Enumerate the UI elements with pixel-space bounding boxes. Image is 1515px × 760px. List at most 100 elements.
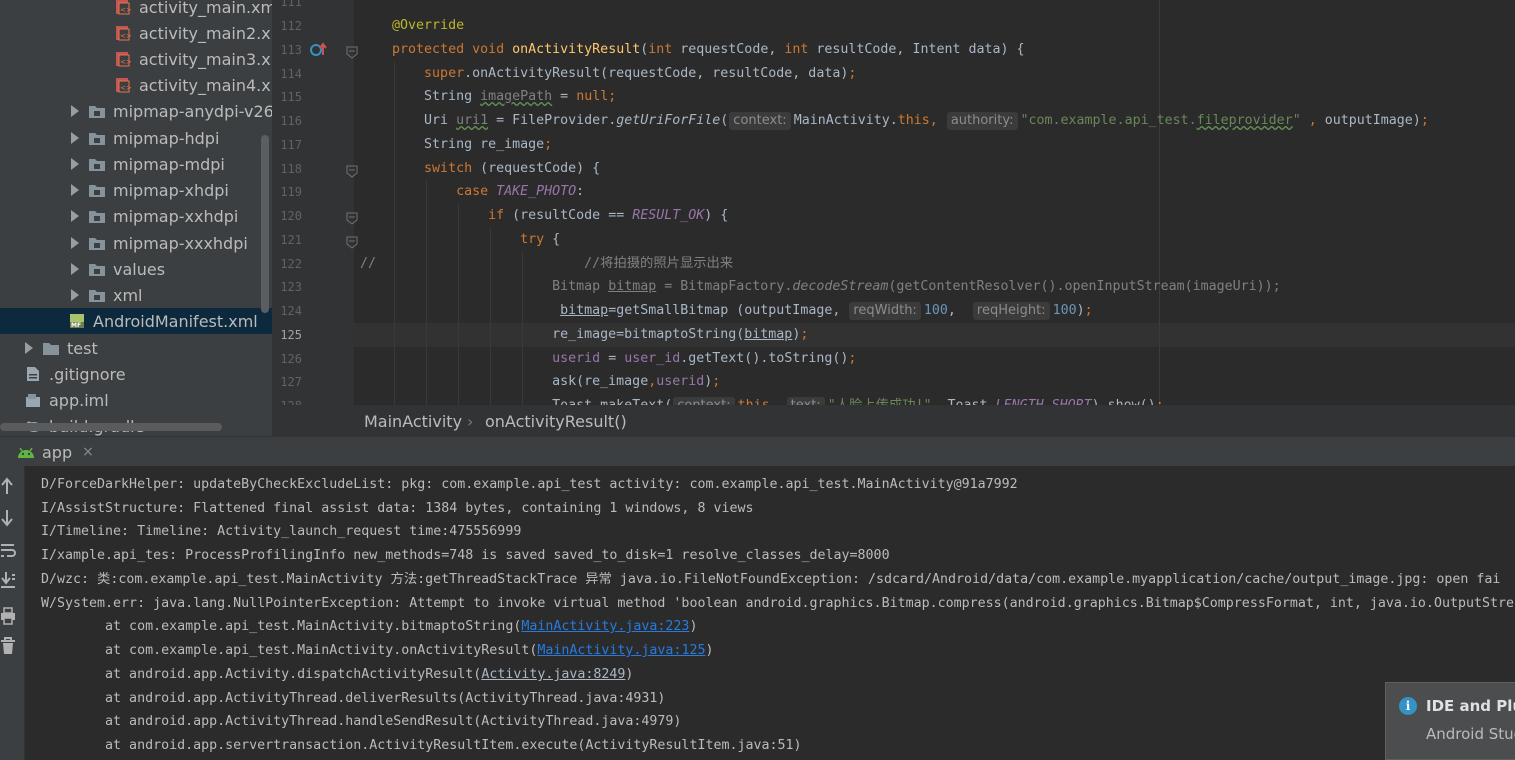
code-line-current[interactable]: re_image=bitmaptoString(bitmap); (360, 323, 808, 347)
param-hint-req-height: reqHeight: (972, 302, 1050, 320)
code-line[interactable]: @Override (360, 14, 464, 38)
current-line-number: 125 (280, 328, 302, 342)
tree-item-mipmap-hdpi[interactable]: mipmap-hdpi (0, 125, 272, 151)
run-tab-app[interactable]: app × (16, 439, 94, 465)
code-line[interactable]: // //将拍摄的照片显示出来 (360, 252, 733, 276)
param-hint-req-width: reqWidth: (849, 302, 921, 320)
code-line[interactable]: Uri uri1 = FileProvider.getUriForFile(co… (360, 109, 1429, 133)
folder-icon (88, 182, 106, 198)
line-number: 123 (280, 280, 302, 294)
override-method-icon[interactable] (309, 41, 327, 59)
tree-item-activity-main[interactable]: <> activity_main.xml (0, 0, 272, 20)
manifest-file-icon: MF (68, 313, 86, 329)
tree-horizontal-scrollbar[interactable] (0, 423, 222, 431)
line-number: 127 (280, 375, 302, 389)
code-line[interactable]: Bitmap bitmap = BitmapFactory.decodeStre… (360, 275, 1281, 299)
tree-item-label: activity_main3.xml (139, 49, 272, 69)
console-line: I/Timeline: Timeline: Activity_launch_re… (41, 524, 522, 539)
tree-item-values[interactable]: values (0, 256, 272, 282)
folder-icon (88, 261, 106, 277)
breadcrumb-class[interactable]: MainActivity (364, 412, 462, 431)
close-tab-icon[interactable]: × (82, 444, 94, 460)
code-line[interactable]: try { (360, 228, 560, 252)
code-line[interactable]: String re_image; (360, 133, 552, 157)
expand-arrow-icon[interactable] (70, 210, 80, 222)
module-file-icon (24, 392, 42, 408)
line-number: 117 (280, 138, 302, 152)
console-line: D/ForceDarkHelper: updateByCheckExcludeL… (41, 477, 1018, 492)
notification-text: Android Stud (1426, 725, 1515, 743)
stack-trace-line: at com.example.api_test.MainActivity.onA… (41, 643, 714, 658)
code-line[interactable]: ask(re_image,userid); (360, 370, 720, 394)
stack-trace-line: at android.app.Activity.dispatchActivity… (41, 667, 634, 682)
project-tree: <> activity_main.xml <> activity_main2.x… (0, 0, 272, 436)
expand-arrow-icon[interactable] (70, 105, 80, 117)
source-link[interactable]: MainActivity.java:125 (537, 643, 705, 658)
tree-item-mipmap-mdpi[interactable]: mipmap-mdpi (0, 151, 272, 177)
tree-item-label: .gitignore (49, 364, 126, 384)
layout-file-icon: <> (114, 0, 132, 15)
tree-item-label: activity_main2.xml (139, 23, 272, 43)
fold-marker-icon[interactable] (346, 210, 358, 225)
tree-item-mipmap-xxhdpi[interactable]: mipmap-xxhdpi (0, 203, 272, 229)
line-number: 122 (280, 257, 302, 271)
trash-icon[interactable] (0, 636, 18, 656)
expand-arrow-icon[interactable] (70, 263, 80, 275)
tree-item-app-iml[interactable]: app.iml (0, 387, 272, 413)
line-number: 124 (280, 304, 302, 318)
tree-item-gitignore[interactable]: .gitignore (0, 361, 272, 387)
svg-text:MF: MF (71, 322, 81, 329)
code-line[interactable]: case TAKE_PHOTO: (360, 180, 584, 204)
code-line[interactable]: protected void onActivityResult(int requ… (360, 38, 1024, 62)
code-line[interactable]: String imagePath = null; (360, 85, 616, 109)
tree-item-activity-main3[interactable]: <> activity_main3.xml (0, 46, 272, 72)
code-line[interactable]: switch (requestCode) { (360, 157, 600, 181)
tree-item-activity-main4[interactable]: <> activity_main4.xml (0, 72, 272, 98)
expand-arrow-icon[interactable] (70, 132, 80, 144)
param-hint-context: context: (729, 112, 791, 130)
tree-item-mipmap-xhdpi[interactable]: mipmap-xhdpi (0, 177, 272, 203)
up-arrow-icon[interactable] (0, 476, 18, 496)
source-link[interactable]: Activity.java:8249 (481, 667, 625, 682)
down-arrow-icon[interactable] (0, 508, 18, 528)
fold-marker-icon[interactable] (346, 234, 358, 249)
breadcrumb-method[interactable]: onActivityResult() (485, 412, 627, 431)
line-number: 126 (280, 352, 302, 366)
expand-arrow-icon[interactable] (70, 237, 80, 249)
fold-marker-icon[interactable] (346, 44, 358, 59)
folder-icon (88, 287, 106, 303)
tree-item-xml[interactable]: xml (0, 282, 272, 308)
code-line[interactable]: if (resultCode == RESULT_OK) { (360, 204, 728, 228)
line-number: 116 (280, 114, 302, 128)
expand-arrow-icon[interactable] (70, 184, 80, 196)
tree-item-mipmap-xxxhdpi[interactable]: mipmap-xxxhdpi (0, 230, 272, 256)
source-link[interactable]: MainActivity.java:223 (521, 619, 689, 634)
ide-update-notification[interactable]: i IDE and Plug Android Stud (1385, 682, 1515, 760)
param-hint-text: text: (786, 397, 825, 405)
tree-item-activity-main2[interactable]: <> activity_main2.xml (0, 20, 272, 46)
line-number: 112 (280, 19, 302, 33)
code-line[interactable]: super.onActivityResult(requestCode, resu… (360, 62, 856, 86)
console-error-line: W/System.err: java.lang.NullPointerExcep… (41, 596, 1514, 611)
expand-arrow-icon[interactable] (70, 158, 80, 170)
info-icon: i (1399, 697, 1417, 715)
code-line[interactable]: userid = user_id.getText().toString(); (360, 347, 856, 371)
folder-icon (88, 208, 106, 224)
tree-vertical-scrollbar[interactable] (261, 135, 269, 313)
run-panel-header: app × (0, 436, 1515, 466)
tree-item-android-manifest[interactable]: MF AndroidManifest.xml (0, 308, 272, 334)
expand-arrow-icon[interactable] (24, 342, 34, 354)
svg-text:<>: <> (120, 32, 132, 40)
line-number: 113 (280, 43, 302, 57)
expand-arrow-icon[interactable] (70, 289, 80, 301)
soft-wrap-icon[interactable] (0, 540, 18, 560)
console-line: I/xample.api_tes: ProcessProfilingInfo n… (41, 548, 890, 563)
print-icon[interactable] (0, 606, 18, 626)
tree-item-label: test (67, 338, 98, 358)
scroll-to-end-icon[interactable] (0, 570, 18, 590)
code-line[interactable]: Toast.makeText(context:this, text:"人脸上传成… (360, 394, 1164, 405)
tree-item-test[interactable]: test (0, 335, 272, 361)
fold-marker-icon[interactable] (346, 163, 358, 178)
code-line[interactable]: bitmap=getSmallBitmap (outputImage, reqW… (360, 299, 1093, 323)
tree-item-mipmap-anydpi-v26[interactable]: mipmap-anydpi-v26 (0, 98, 272, 124)
